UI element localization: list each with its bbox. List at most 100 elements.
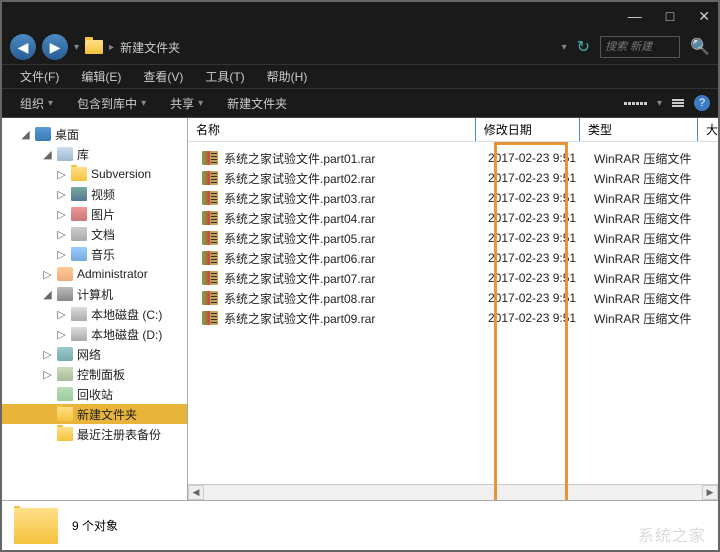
tree-drive-d[interactable]: ▷本地磁盘 (D:) <box>2 324 187 344</box>
forward-button[interactable]: ▶ <box>42 34 68 60</box>
tree-control-panel[interactable]: ▷控制面板 <box>2 364 187 384</box>
file-date: 2017-02-23 9:51 <box>488 171 594 185</box>
file-date: 2017-02-23 9:51 <box>488 291 594 305</box>
preview-pane-button[interactable] <box>672 99 684 107</box>
file-row[interactable]: 系统之家试验文件.part03.rar2017-02-23 9:51WinRAR… <box>188 188 718 208</box>
refresh-icon[interactable]: ↻ <box>577 37 590 57</box>
file-type: WinRAR 压缩文件 <box>594 310 714 327</box>
file-row[interactable]: 系统之家试验文件.part06.rar2017-02-23 9:51WinRAR… <box>188 248 718 268</box>
scroll-left-icon[interactable]: ◀ <box>188 485 204 500</box>
file-name: 系统之家试验文件.part02.rar <box>224 170 488 187</box>
col-date[interactable]: 修改日期 <box>475 118 579 141</box>
file-row[interactable]: 系统之家试验文件.part02.rar2017-02-23 9:51WinRAR… <box>188 168 718 188</box>
tree-network[interactable]: ▷网络 <box>2 344 187 364</box>
share-button[interactable]: 共享▾ <box>160 92 213 115</box>
file-row[interactable]: 系统之家试验文件.part05.rar2017-02-23 9:51WinRAR… <box>188 228 718 248</box>
rar-icon <box>202 291 218 305</box>
tree-libraries[interactable]: ◢库 <box>2 144 187 164</box>
title-bar: — □ ✕ <box>2 2 718 30</box>
file-row[interactable]: 系统之家试验文件.part09.rar2017-02-23 9:51WinRAR… <box>188 308 718 328</box>
col-size[interactable]: 大 <box>697 118 718 141</box>
file-type: WinRAR 压缩文件 <box>594 170 714 187</box>
search-input[interactable] <box>605 41 665 53</box>
rar-icon <box>202 231 218 245</box>
rar-icon <box>202 271 218 285</box>
menu-help[interactable]: 帮助(H) <box>257 66 318 87</box>
folder-icon <box>85 40 103 54</box>
tree-recycle-bin[interactable]: 回收站 <box>2 384 187 404</box>
rar-icon <box>202 211 218 225</box>
organize-button[interactable]: 组织▾ <box>10 92 63 115</box>
new-folder-button[interactable]: 新建文件夹 <box>217 92 297 115</box>
file-list[interactable]: 系统之家试验文件.part01.rar2017-02-23 9:51WinRAR… <box>188 142 718 484</box>
tree-reg-backup[interactable]: 最近注册表备份 <box>2 424 187 444</box>
nav-tree[interactable]: ◢桌面 ◢库 ▷Subversion ▷视频 ▷图片 ▷文档 ▷音乐 ▷Admi… <box>2 118 188 500</box>
chevron-right-icon: ▸ <box>109 42 114 53</box>
menu-file[interactable]: 文件(F) <box>10 66 69 87</box>
breadcrumb-folder[interactable]: 新建文件夹 <box>120 39 180 56</box>
back-button[interactable]: ◀ <box>10 34 36 60</box>
file-pane: 名称 修改日期 类型 大 系统之家试验文件.part01.rar2017-02-… <box>188 118 718 500</box>
file-name: 系统之家试验文件.part01.rar <box>224 150 488 167</box>
status-bar: 9 个对象 系统之家 <box>2 500 718 550</box>
watermark: 系统之家 <box>638 522 706 546</box>
horizontal-scrollbar[interactable]: ◀ ▶ <box>188 484 718 500</box>
search-icon[interactable]: 🔍 <box>690 37 710 57</box>
tree-computer[interactable]: ◢计算机 <box>2 284 187 304</box>
file-name: 系统之家试验文件.part06.rar <box>224 250 488 267</box>
file-name: 系统之家试验文件.part08.rar <box>224 290 488 307</box>
rar-icon <box>202 171 218 185</box>
search-box[interactable] <box>600 36 680 58</box>
file-type: WinRAR 压缩文件 <box>594 230 714 247</box>
file-date: 2017-02-23 9:51 <box>488 231 594 245</box>
breadcrumb[interactable]: 新建文件夹 <box>120 39 556 56</box>
column-headers: 名称 修改日期 类型 大 <box>188 118 718 142</box>
view-mode-button[interactable] <box>624 102 647 105</box>
view-dropdown-icon[interactable]: ▾ <box>657 98 662 109</box>
menu-edit[interactable]: 编辑(E) <box>71 66 131 87</box>
tree-drive-c[interactable]: ▷本地磁盘 (C:) <box>2 304 187 324</box>
path-dropdown-icon[interactable]: ▾ <box>562 42 567 53</box>
history-dropdown-icon[interactable]: ▾ <box>74 42 79 53</box>
file-name: 系统之家试验文件.part03.rar <box>224 190 488 207</box>
rar-icon <box>202 311 218 325</box>
file-row[interactable]: 系统之家试验文件.part07.rar2017-02-23 9:51WinRAR… <box>188 268 718 288</box>
file-date: 2017-02-23 9:51 <box>488 191 594 205</box>
nav-bar: ◀ ▶ ▾ ▸ 新建文件夹 ▾ ↻ 🔍 <box>2 30 718 64</box>
help-icon[interactable]: ? <box>694 95 710 111</box>
tree-video[interactable]: ▷视频 <box>2 184 187 204</box>
menu-tools[interactable]: 工具(T) <box>195 66 254 87</box>
file-name: 系统之家试验文件.part04.rar <box>224 210 488 227</box>
tree-music[interactable]: ▷音乐 <box>2 244 187 264</box>
tree-documents[interactable]: ▷文档 <box>2 224 187 244</box>
file-type: WinRAR 压缩文件 <box>594 290 714 307</box>
include-library-button[interactable]: 包含到库中▾ <box>67 92 156 115</box>
tree-subversion[interactable]: ▷Subversion <box>2 164 187 184</box>
file-row[interactable]: 系统之家试验文件.part08.rar2017-02-23 9:51WinRAR… <box>188 288 718 308</box>
file-type: WinRAR 压缩文件 <box>594 190 714 207</box>
file-name: 系统之家试验文件.part05.rar <box>224 230 488 247</box>
content-area: ◢桌面 ◢库 ▷Subversion ▷视频 ▷图片 ▷文档 ▷音乐 ▷Admi… <box>2 118 718 500</box>
file-row[interactable]: 系统之家试验文件.part01.rar2017-02-23 9:51WinRAR… <box>188 148 718 168</box>
minimize-button[interactable]: — <box>628 8 642 24</box>
file-type: WinRAR 压缩文件 <box>594 210 714 227</box>
file-name: 系统之家试验文件.part09.rar <box>224 310 488 327</box>
explorer-window: — □ ✕ ◀ ▶ ▾ ▸ 新建文件夹 ▾ ↻ 🔍 文件(F) 编辑(E) 查看… <box>0 0 720 552</box>
menu-view[interactable]: 查看(V) <box>133 66 193 87</box>
tree-new-folder[interactable]: 新建文件夹 <box>2 404 187 424</box>
file-row[interactable]: 系统之家试验文件.part04.rar2017-02-23 9:51WinRAR… <box>188 208 718 228</box>
close-button[interactable]: ✕ <box>698 8 710 25</box>
scroll-right-icon[interactable]: ▶ <box>702 485 718 500</box>
col-type[interactable]: 类型 <box>579 118 697 141</box>
file-date: 2017-02-23 9:51 <box>488 151 594 165</box>
rar-icon <box>202 251 218 265</box>
menu-bar: 文件(F) 编辑(E) 查看(V) 工具(T) 帮助(H) <box>2 64 718 88</box>
tree-admin[interactable]: ▷Administrator <box>2 264 187 284</box>
file-type: WinRAR 压缩文件 <box>594 270 714 287</box>
tree-pictures[interactable]: ▷图片 <box>2 204 187 224</box>
col-name[interactable]: 名称 <box>188 118 475 141</box>
file-type: WinRAR 压缩文件 <box>594 150 714 167</box>
rar-icon <box>202 151 218 165</box>
tree-desktop[interactable]: ◢桌面 <box>2 124 187 144</box>
maximize-button[interactable]: □ <box>666 8 674 24</box>
